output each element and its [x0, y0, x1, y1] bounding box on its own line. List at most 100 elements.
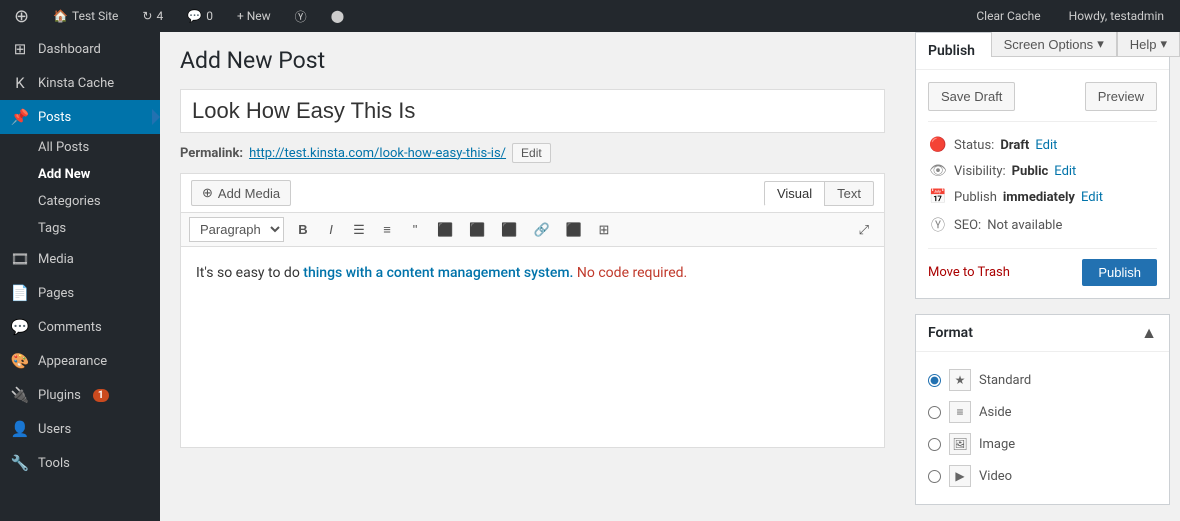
- post-title-input[interactable]: [180, 89, 885, 133]
- plugins-badge: 1: [93, 389, 109, 402]
- seo-label: SEO:: [954, 218, 981, 233]
- screen-options-button[interactable]: Screen Options ▾: [991, 32, 1117, 57]
- format-label-aside: Aside: [979, 405, 1012, 420]
- publish-metabox-title: Publish: [928, 43, 975, 59]
- help-label: Help: [1130, 37, 1157, 52]
- sidebar-item-comments[interactable]: 💬 Comments: [0, 310, 160, 344]
- publish-button[interactable]: Publish: [1082, 259, 1157, 286]
- sidebar-sub-all-posts[interactable]: All Posts: [0, 134, 160, 161]
- sidebar-label-media: Media: [38, 252, 74, 267]
- site-name-item[interactable]: 🏠 Test Site: [47, 0, 124, 32]
- move-to-trash-link[interactable]: Move to Trash: [928, 265, 1010, 280]
- sidebar-sub-add-new[interactable]: Add New: [0, 161, 160, 188]
- new-item[interactable]: + New: [231, 0, 277, 32]
- text-tab-label: Text: [837, 186, 861, 201]
- format-radio-image[interactable]: [928, 438, 941, 451]
- permalink-edit-button[interactable]: Edit: [512, 143, 551, 163]
- bold-button[interactable]: B: [290, 218, 316, 241]
- comments-item[interactable]: 💬 0: [181, 0, 219, 32]
- yoast-icon: Ⓨ: [295, 8, 307, 25]
- categories-label: Categories: [38, 194, 101, 209]
- content-red-text: No code required.: [573, 265, 687, 281]
- align-center-button[interactable]: ⬛: [462, 218, 492, 242]
- status-value: Draft: [1000, 138, 1029, 153]
- help-button[interactable]: Help ▾: [1117, 32, 1180, 57]
- format-radio-video[interactable]: [928, 470, 941, 483]
- sidebar-item-kinsta[interactable]: K Kinsta Cache: [0, 66, 160, 100]
- sidebar-label-dashboard: Dashboard: [38, 42, 101, 57]
- status-icon: 🔴: [928, 137, 948, 153]
- screen-options-label: Screen Options: [1004, 37, 1094, 52]
- status-edit-link[interactable]: Edit: [1035, 138, 1057, 153]
- admin-bar: ⊕ 🏠 Test Site ↻ 4 💬 0 + New Ⓨ ⬤ Clear Ca…: [0, 0, 1180, 32]
- permalink-url[interactable]: http://test.kinsta.com/look-how-easy-thi…: [249, 146, 506, 161]
- howdy-label: Howdy, testadmin: [1069, 9, 1164, 23]
- sidebar-item-tools[interactable]: 🔧 Tools: [0, 446, 160, 480]
- align-right-button[interactable]: ⬛: [494, 218, 524, 242]
- howdy-item[interactable]: Howdy, testadmin: [1061, 0, 1172, 32]
- table-button[interactable]: ⊞: [591, 218, 617, 242]
- visual-tab[interactable]: Visual: [764, 181, 824, 206]
- comments-icon: 💬: [187, 9, 202, 23]
- publish-time-row: 📅 Publish immediately Edit: [928, 184, 1157, 210]
- visual-tab-label: Visual: [777, 186, 812, 201]
- sidebar-item-dashboard[interactable]: ⊞ Dashboard: [0, 32, 160, 66]
- revision-count: 4: [156, 9, 163, 23]
- screen-options-area: Screen Options ▾ Help ▾: [991, 32, 1180, 57]
- link-button[interactable]: 🔗: [527, 218, 557, 242]
- editor-top-bar: ⊕ Add Media Visual Text: [181, 174, 884, 213]
- visibility-edit-link[interactable]: Edit: [1054, 164, 1076, 179]
- sidebar-sub-tags[interactable]: Tags: [0, 215, 160, 242]
- sidebar-sub-categories[interactable]: Categories: [0, 188, 160, 215]
- visibility-row: 👁 Visibility: Public Edit: [928, 158, 1157, 184]
- editor-area: ⊕ Add Media Visual Text Paragraph B: [180, 173, 885, 448]
- align-left-button[interactable]: ⬛: [430, 218, 460, 242]
- sidebar-item-plugins[interactable]: 🔌 Plugins 1: [0, 378, 160, 412]
- user-avatar-item[interactable]: ⬤: [325, 0, 350, 32]
- clear-cache-item[interactable]: Clear Cache: [968, 0, 1048, 32]
- format-metabox: Format ▲ ★Standard≡Aside🖼Image▶Video: [915, 314, 1170, 505]
- blockquote-button[interactable]: ": [402, 218, 428, 241]
- italic-button[interactable]: I: [318, 218, 344, 241]
- dashboard-icon: ⊞: [10, 40, 30, 58]
- add-media-button[interactable]: ⊕ Add Media: [191, 180, 291, 206]
- sidebar-label-kinsta: Kinsta Cache: [38, 76, 114, 91]
- format-radio-aside[interactable]: [928, 406, 941, 419]
- wp-logo-item[interactable]: ⊕: [8, 0, 35, 32]
- text-tab[interactable]: Text: [824, 181, 874, 206]
- sidebar-item-posts[interactable]: 📌 Posts: [0, 100, 160, 134]
- yoast-item[interactable]: Ⓨ: [289, 0, 313, 32]
- save-draft-button[interactable]: Save Draft: [928, 82, 1015, 111]
- fullscreen-button[interactable]: ⤢: [852, 218, 876, 242]
- seo-row: Ⓨ SEO: Not available: [928, 210, 1157, 240]
- seo-value: Not available: [987, 218, 1062, 233]
- status-label: Status:: [954, 138, 994, 153]
- unordered-list-button[interactable]: ☰: [346, 218, 372, 242]
- publish-metabox: Publish ▲ Save Draft Preview 🔴 Status:: [915, 32, 1170, 299]
- indent-button[interactable]: ⬛: [559, 218, 589, 242]
- format-label-standard: Standard: [979, 373, 1031, 388]
- media-icon: 🎞: [10, 250, 30, 268]
- sidebar-item-users[interactable]: 👤 Users: [0, 412, 160, 446]
- paragraph-select[interactable]: Paragraph: [189, 217, 284, 242]
- sidebar-item-media[interactable]: 🎞 Media: [0, 242, 160, 276]
- sidebar-item-appearance[interactable]: 🎨 Appearance: [0, 344, 160, 378]
- posts-icon: 📌: [10, 108, 30, 126]
- preview-button[interactable]: Preview: [1085, 82, 1157, 111]
- ordered-list-button[interactable]: ≡: [374, 218, 400, 241]
- format-option-standard: ★Standard: [928, 364, 1157, 396]
- appearance-icon: 🎨: [10, 352, 30, 370]
- format-radio-standard[interactable]: [928, 374, 941, 387]
- revisions-item[interactable]: ↻ 4: [136, 0, 169, 32]
- main-content: Add New Post Permalink: http://test.kins…: [160, 32, 905, 521]
- publish-time-edit-link[interactable]: Edit: [1081, 190, 1103, 205]
- format-metabox-toggle[interactable]: ▲: [1141, 323, 1157, 343]
- sidebar-item-pages[interactable]: 📄 Pages: [0, 276, 160, 310]
- format-icon-video: ▶: [949, 465, 971, 487]
- posts-arrow-icon: [152, 109, 160, 125]
- sidebar-label-posts: Posts: [38, 110, 71, 125]
- kinsta-icon: K: [10, 74, 30, 92]
- editor-content[interactable]: It's so easy to do things with a content…: [181, 247, 884, 447]
- add-new-label: Add New: [38, 167, 90, 182]
- visibility-value: Public: [1012, 164, 1049, 179]
